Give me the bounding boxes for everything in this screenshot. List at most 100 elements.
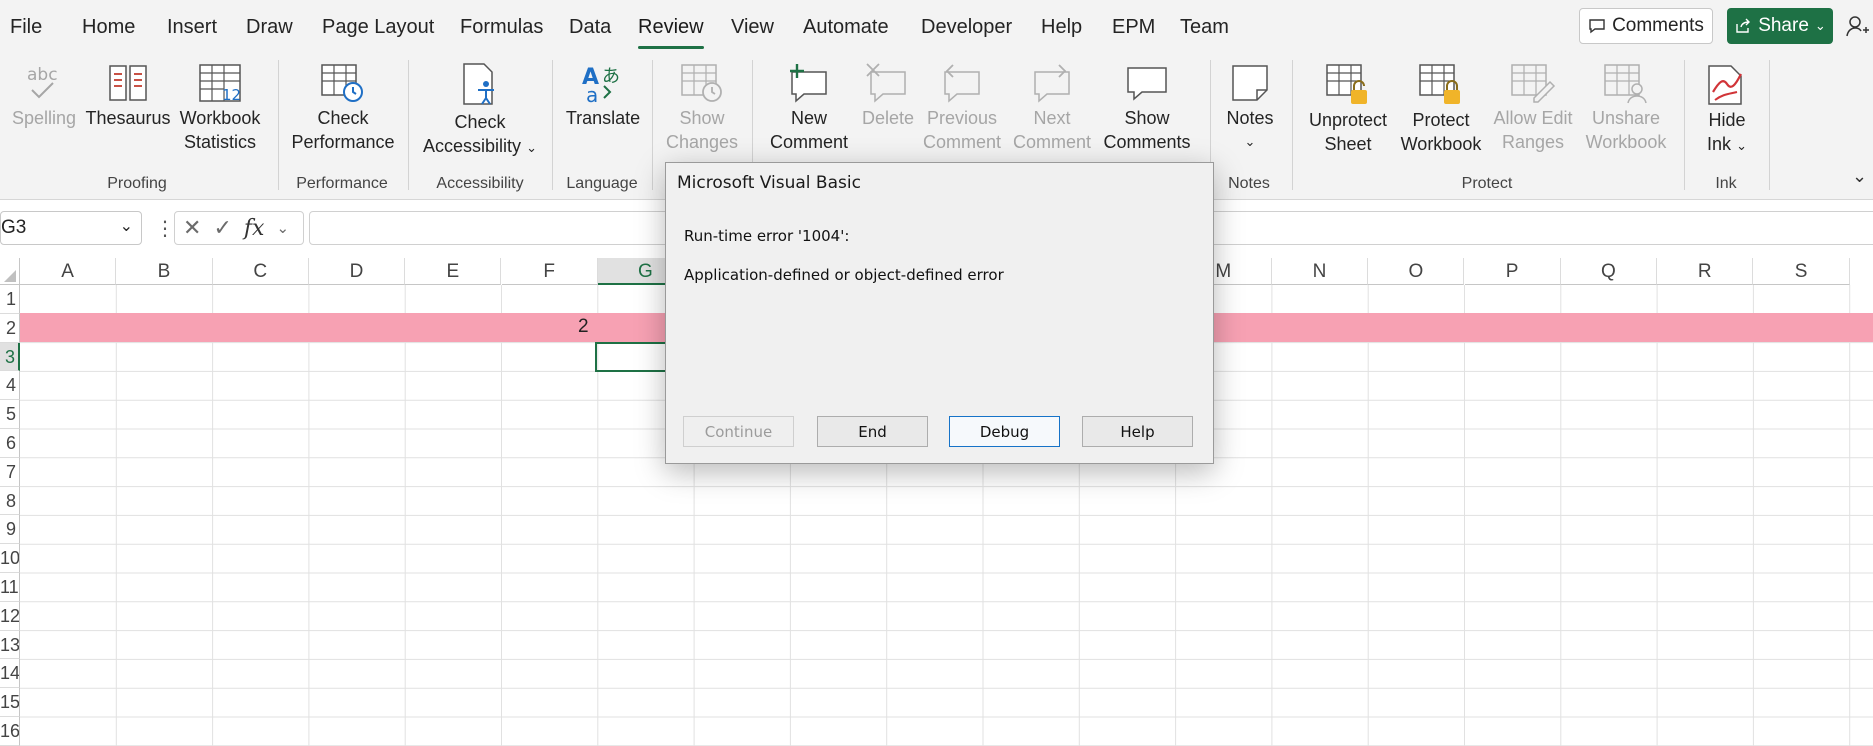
group-label-ink: Ink [1715, 175, 1737, 192]
group-separator [1684, 60, 1685, 190]
column-header-e[interactable]: E [405, 258, 502, 285]
allow-edit-ranges-icon [1511, 64, 1556, 103]
debug-button[interactable]: Debug [949, 416, 1060, 447]
chevron-down-icon: ⌄ [526, 140, 537, 155]
tab-team[interactable]: Team [1180, 16, 1229, 39]
tab-epm[interactable]: EPM [1112, 16, 1155, 39]
row-header-16[interactable]: 16 [0, 717, 20, 746]
tab-file[interactable]: File [10, 16, 42, 39]
tab-help[interactable]: Help [1041, 16, 1082, 39]
more-options-icon[interactable]: ⋮ [155, 216, 175, 241]
workbook-statistics-label-line1: Workbook [179, 108, 261, 128]
continue-button[interactable]: Continue [683, 416, 794, 447]
chevron-down-icon: ⌄ [1736, 138, 1747, 153]
cancel-entry-icon[interactable]: ✕ [183, 215, 201, 241]
row-header-9[interactable]: 9 [0, 515, 20, 545]
previous-comment-button[interactable]: Previous Comment [922, 62, 1002, 154]
show-comments-label-line1: Show [1124, 108, 1170, 128]
row-header-3[interactable]: 3 [0, 342, 20, 372]
select-all-corner[interactable] [0, 258, 20, 285]
check-performance-label-line2: Performance [291, 132, 395, 152]
tab-formulas[interactable]: Formulas [460, 16, 543, 39]
row-header-4[interactable]: 4 [0, 371, 20, 401]
spelling-button[interactable]: abc Spelling [12, 62, 76, 130]
dialog-title: Microsoft Visual Basic [677, 173, 861, 193]
row-header-7[interactable]: 7 [0, 457, 20, 487]
tab-home[interactable]: Home [82, 16, 135, 39]
row-header-14[interactable]: 14 [0, 659, 20, 689]
group-separator [552, 60, 553, 190]
tab-page-layout[interactable]: Page Layout [322, 16, 434, 39]
name-box[interactable]: G3 ⌄ [0, 211, 142, 245]
translate-button[interactable]: Aあa Translate [564, 62, 642, 130]
column-header-q[interactable]: Q [1560, 258, 1658, 285]
thesaurus-button[interactable]: Thesaurus [85, 62, 171, 130]
column-header-s[interactable]: S [1753, 258, 1850, 285]
column-header-d[interactable]: D [308, 258, 406, 285]
chevron-down-icon[interactable]: ⌄ [120, 216, 133, 236]
column-header-f[interactable]: F [501, 258, 598, 285]
check-performance-button[interactable]: Check Performance [290, 62, 396, 154]
svg-text:a: a [586, 83, 598, 104]
workbook-statistics-icon: 123 [199, 64, 242, 104]
row-header-5[interactable]: 5 [0, 400, 20, 429]
check-performance-label-line1: Check [317, 108, 369, 128]
column-header-p[interactable]: P [1464, 258, 1561, 285]
tab-automate[interactable]: Automate [803, 16, 889, 39]
show-comments-button[interactable]: Show Comments [1100, 62, 1194, 154]
unshare-workbook-button[interactable]: Unshare Workbook [1580, 62, 1672, 154]
excel-window: File Home Insert Draw Page Layout Formul… [0, 0, 1873, 746]
next-comment-label-line2: Comment [1012, 132, 1092, 152]
tab-review[interactable]: Review [638, 16, 704, 49]
column-header-b[interactable]: B [116, 258, 213, 285]
column-header-a[interactable]: A [20, 258, 117, 285]
protect-workbook-button[interactable]: Protect Workbook [1396, 62, 1486, 156]
show-changes-button[interactable]: Show Changes [664, 62, 740, 154]
allow-edit-ranges-button[interactable]: Allow Edit Ranges [1490, 62, 1576, 154]
hide-ink-button[interactable]: Hide Ink ⌄ [1696, 62, 1758, 158]
insert-function-button[interactable]: fx [244, 216, 265, 241]
end-button[interactable]: End [817, 416, 928, 447]
tab-data[interactable]: Data [569, 16, 611, 39]
tab-developer[interactable]: Developer [921, 16, 1012, 39]
notes-button[interactable]: Notes ⌄ [1220, 62, 1280, 154]
row-header-10[interactable]: 10 [0, 544, 20, 573]
workbook-statistics-button[interactable]: 123 Workbook Statistics [174, 62, 266, 154]
column-header-c[interactable]: C [212, 258, 309, 285]
confirm-entry-icon[interactable]: ✓ [213, 215, 231, 241]
translate-label: Translate [565, 108, 641, 128]
tab-view[interactable]: View [731, 16, 774, 39]
row-header-2[interactable]: 2 [0, 313, 20, 343]
tab-draw[interactable]: Draw [246, 16, 293, 39]
row-header-15[interactable]: 15 [0, 688, 20, 717]
chevron-down-icon: ⌄ [1814, 18, 1826, 33]
share-button[interactable]: Share ⌄ [1727, 8, 1833, 44]
comments-button[interactable]: Comments [1579, 8, 1713, 44]
row-header-12[interactable]: 12 [0, 601, 20, 631]
tab-insert[interactable]: Insert [167, 16, 217, 39]
person-share-icon[interactable] [1846, 14, 1870, 38]
next-comment-button[interactable]: Next Comment [1012, 62, 1092, 154]
row-header-11[interactable]: 11 [0, 573, 20, 602]
show-changes-icon [681, 64, 722, 102]
translate-icon: A あa [582, 65, 620, 104]
cell-f2-value[interactable]: 2 [578, 316, 589, 338]
row-header-6[interactable]: 6 [0, 429, 20, 458]
delete-comment-button[interactable]: Delete [858, 62, 918, 130]
spelling-label: Spelling [11, 108, 77, 128]
ribbon-collapse-chevron-icon[interactable]: ⌄ [1852, 166, 1867, 187]
unprotect-sheet-button[interactable]: Unprotect Sheet [1304, 62, 1392, 156]
help-button[interactable]: Help [1082, 416, 1193, 447]
row-header-13[interactable]: 13 [0, 630, 20, 660]
row-header-1[interactable]: 1 [0, 285, 20, 314]
check-accessibility-button[interactable]: Check Accessibility ⌄ [420, 62, 540, 160]
comments-button-label: Comments [1612, 15, 1704, 36]
chevron-down-icon[interactable]: ⌄ [276, 219, 289, 237]
new-comment-button[interactable]: New Comment [764, 62, 854, 154]
column-header-r[interactable]: R [1657, 258, 1754, 285]
row-header-8[interactable]: 8 [0, 486, 20, 516]
column-header-o[interactable]: O [1368, 258, 1465, 285]
protect-workbook-label-line2: Workbook [1400, 134, 1482, 154]
column-header-n[interactable]: N [1271, 258, 1369, 285]
select-all-icon [4, 270, 16, 282]
